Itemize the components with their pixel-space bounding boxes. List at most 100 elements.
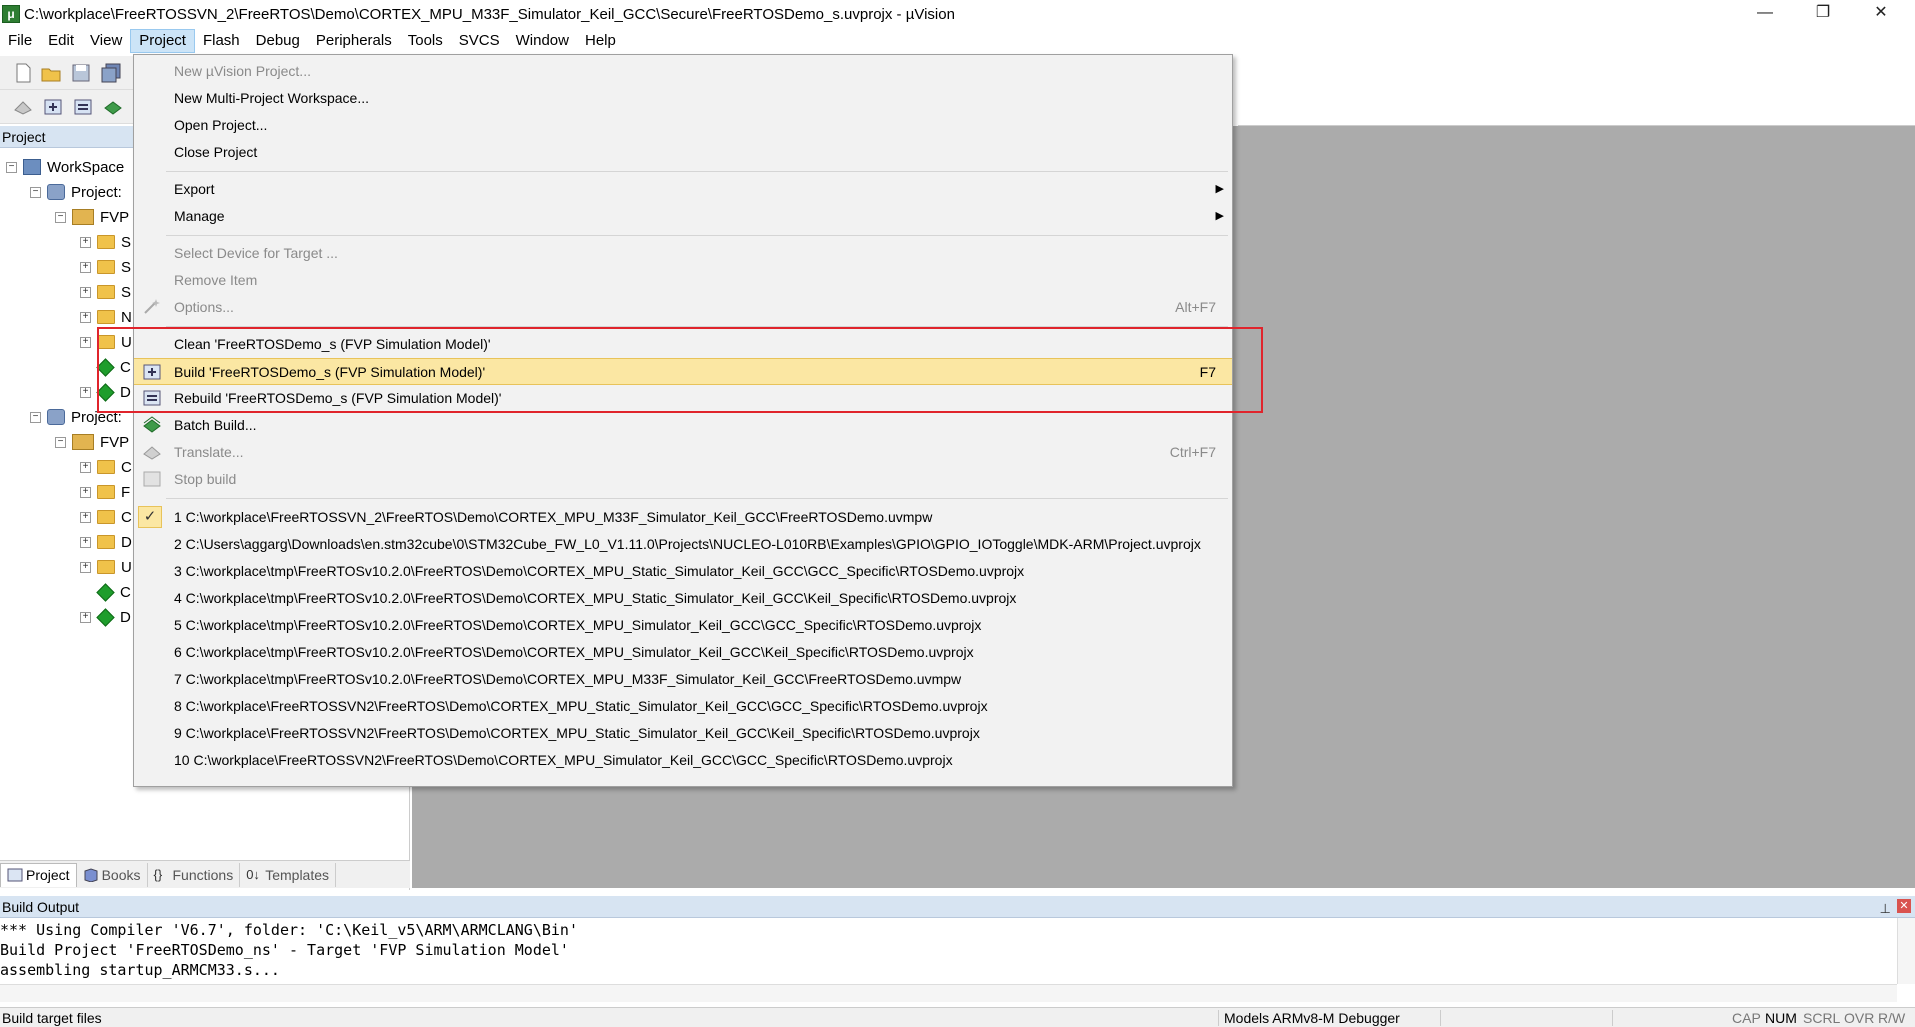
menu-item-new-project[interactable]: New µVision Project...	[134, 58, 1232, 85]
menu-item-export[interactable]: Export ▶	[134, 176, 1232, 203]
collapse-icon[interactable]: −	[30, 186, 41, 198]
build-output-header: Build Output ⊥ ✕	[0, 896, 1915, 918]
collapse-icon[interactable]: −	[55, 436, 66, 448]
tree-row-workspace[interactable]: − WorkSpace	[6, 156, 124, 178]
menu-item-stop-build[interactable]: Stop build	[134, 466, 1232, 493]
collapse-icon[interactable]: −	[30, 411, 41, 423]
menu-peripherals[interactable]: Peripherals	[308, 29, 400, 53]
tree-label: C	[121, 458, 132, 476]
menu-item-batch-build[interactable]: Batch Build...	[134, 412, 1232, 439]
recent-project-label: 4 C:\workplace\tmp\FreeRTOSv10.2.0\FreeR…	[174, 590, 1017, 606]
minimize-button[interactable]: —	[1736, 0, 1794, 28]
expand-icon[interactable]: +	[80, 386, 91, 398]
tree-row-group[interactable]: + F	[80, 481, 130, 503]
menu-item-options[interactable]: Options... Alt+F7	[134, 294, 1232, 321]
tree-row-component[interactable]: C	[96, 581, 131, 603]
collapse-icon[interactable]: −	[55, 211, 66, 223]
menu-item-select-device[interactable]: Select Device for Target ...	[134, 240, 1232, 267]
recent-project-7[interactable]: 7 C:\workplace\tmp\FreeRTOSv10.2.0\FreeR…	[134, 666, 1232, 693]
recent-project-2[interactable]: 2 C:\Users\aggarg\Downloads\en.stm32cube…	[134, 531, 1232, 558]
menu-item-label: Export	[174, 181, 215, 197]
expand-icon[interactable]: +	[80, 486, 91, 498]
save-icon[interactable]	[70, 62, 92, 84]
close-button[interactable]: ✕	[1852, 0, 1910, 28]
maximize-button[interactable]: ❐	[1794, 0, 1852, 28]
expand-icon[interactable]: +	[80, 511, 91, 523]
menu-window[interactable]: Window	[508, 29, 577, 53]
expand-icon[interactable]: +	[80, 461, 91, 473]
tab-books[interactable]: Books	[77, 862, 148, 887]
expand-icon[interactable]: +	[80, 311, 91, 323]
recent-project-6[interactable]: 6 C:\workplace\tmp\FreeRTOSv10.2.0\FreeR…	[134, 639, 1232, 666]
tree-row-group[interactable]: + S	[80, 256, 131, 278]
tree-row-group[interactable]: + C	[80, 506, 132, 528]
rebuild-icon[interactable]	[72, 96, 94, 118]
expand-icon[interactable]: +	[80, 286, 91, 298]
horizontal-scrollbar[interactable]	[0, 984, 1897, 1002]
menu-flash[interactable]: Flash	[195, 29, 248, 53]
tree-row-target-2[interactable]: − FVP	[55, 431, 129, 453]
recent-project-9[interactable]: 9 C:\workplace\FreeRTOSSVN2\FreeRTOS\Dem…	[134, 720, 1232, 747]
menu-item-close-project[interactable]: Close Project	[134, 139, 1232, 166]
menu-file[interactable]: File	[0, 29, 40, 53]
save-all-icon[interactable]	[100, 62, 122, 84]
menu-item-open-project[interactable]: Open Project...	[134, 112, 1232, 139]
tree-row-project-1[interactable]: − Project:	[30, 181, 122, 203]
open-folder-icon[interactable]	[40, 62, 62, 84]
project-pane-tabs: Project Books {} Functions 0↓ Templates	[0, 860, 410, 888]
tab-label: Books	[101, 866, 141, 883]
menu-item-remove-item[interactable]: Remove Item	[134, 267, 1232, 294]
expand-icon[interactable]: +	[80, 611, 91, 623]
menu-debug[interactable]: Debug	[248, 29, 308, 53]
tree-row-group[interactable]: + N	[80, 306, 132, 328]
menu-item-translate[interactable]: Translate... Ctrl+F7	[134, 439, 1232, 466]
menu-svcs[interactable]: SVCS	[451, 29, 508, 53]
status-num: NUM	[1765, 1010, 1797, 1026]
tree-row-component[interactable]: + D	[80, 606, 131, 628]
status-debugger: Models ARMv8-M Debugger	[1224, 1010, 1400, 1026]
tree-label: U	[121, 558, 132, 576]
tree-row-group[interactable]: + C	[80, 456, 132, 478]
recent-project-8[interactable]: 8 C:\workplace\FreeRTOSSVN2\FreeRTOS\Dem…	[134, 693, 1232, 720]
build-output-text[interactable]: *** Using Compiler 'V6.7', folder: 'C:\K…	[0, 918, 1915, 980]
batch-build-icon[interactable]	[102, 96, 124, 118]
recent-project-4[interactable]: 4 C:\workplace\tmp\FreeRTOSv10.2.0\FreeR…	[134, 585, 1232, 612]
expand-icon[interactable]: +	[80, 561, 91, 573]
menu-project[interactable]: Project	[130, 29, 195, 53]
menu-view[interactable]: View	[82, 29, 130, 53]
tab-project[interactable]: Project	[0, 862, 77, 887]
build-toolbar	[0, 90, 133, 124]
expand-icon[interactable]: +	[80, 236, 91, 248]
tree-row-target-1[interactable]: − FVP	[55, 206, 129, 228]
menu-item-manage[interactable]: Manage ▶	[134, 203, 1232, 230]
submenu-arrow-icon: ▶	[1215, 210, 1224, 222]
recent-project-label: 1 C:\workplace\FreeRTOSSVN_2\FreeRTOS\De…	[174, 509, 933, 525]
pin-icon[interactable]: ⊥	[1880, 898, 1891, 920]
menu-tools[interactable]: Tools	[400, 29, 451, 53]
tree-row-group[interactable]: + D	[80, 531, 132, 553]
close-pane-icon[interactable]: ✕	[1897, 899, 1911, 913]
expand-icon[interactable]: +	[80, 536, 91, 548]
new-file-icon[interactable]	[12, 62, 34, 84]
menu-item-new-workspace[interactable]: New Multi-Project Workspace...	[134, 85, 1232, 112]
tree-label: C	[121, 508, 132, 526]
recent-project-1[interactable]: ✓ 1 C:\workplace\FreeRTOSSVN_2\FreeRTOS\…	[134, 504, 1232, 531]
build-icon[interactable]	[42, 96, 64, 118]
menu-help[interactable]: Help	[577, 29, 624, 53]
translate-icon[interactable]	[12, 96, 34, 118]
tab-functions[interactable]: {} Functions	[148, 862, 241, 887]
recent-project-5[interactable]: 5 C:\workplace\tmp\FreeRTOSv10.2.0\FreeR…	[134, 612, 1232, 639]
collapse-icon[interactable]: −	[6, 161, 17, 173]
tab-templates[interactable]: 0↓ Templates	[240, 862, 337, 887]
expand-icon[interactable]: +	[80, 261, 91, 273]
tree-row-group[interactable]: + S	[80, 231, 131, 253]
tree-row-group[interactable]: + U	[80, 556, 132, 578]
recent-project-3[interactable]: 3 C:\workplace\tmp\FreeRTOSv10.2.0\FreeR…	[134, 558, 1232, 585]
tree-row-group[interactable]: + S	[80, 281, 131, 303]
menu-edit[interactable]: Edit	[40, 29, 82, 53]
highlight-annotation-box	[97, 327, 1263, 413]
vertical-scrollbar[interactable]	[1897, 918, 1915, 984]
expand-icon[interactable]: +	[80, 336, 91, 348]
folder-icon	[97, 510, 115, 524]
recent-project-10[interactable]: 10 C:\workplace\FreeRTOSSVN2\FreeRTOS\De…	[134, 747, 1232, 774]
